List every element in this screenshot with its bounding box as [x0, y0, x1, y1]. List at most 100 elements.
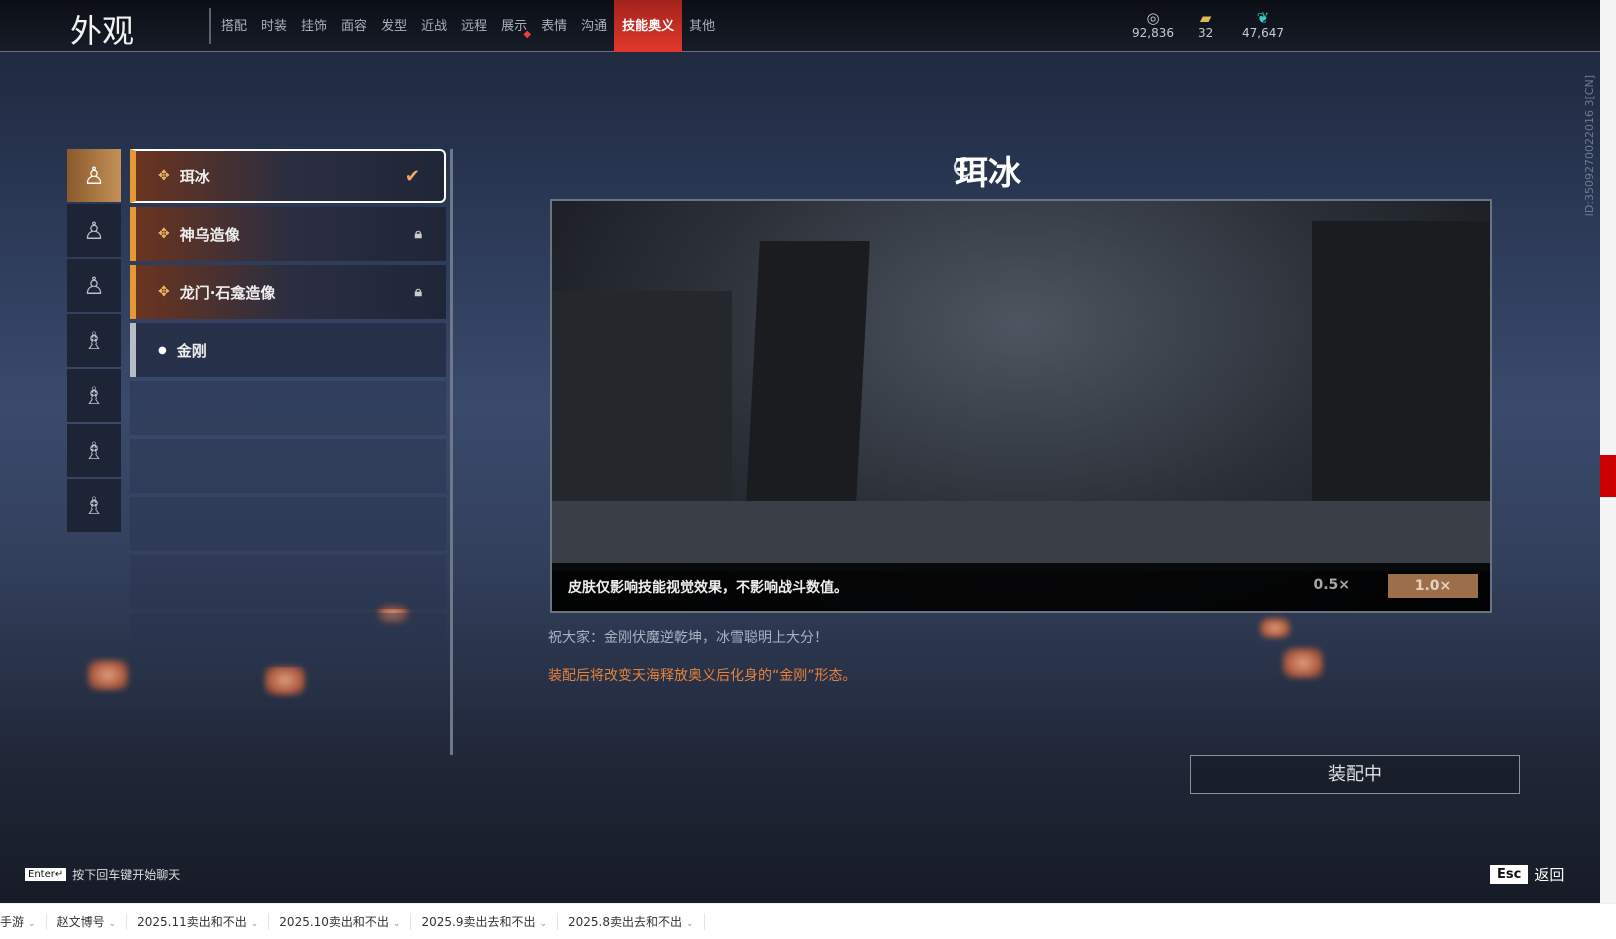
currency-ticket: ▰ 32 [1198, 9, 1214, 40]
chat-hint[interactable]: Enter↵ 按下回车键开始聊天 [25, 866, 180, 883]
scene-snow [552, 501, 1490, 571]
tab-label: 远程 [461, 19, 488, 34]
scene-rock [744, 241, 870, 541]
lantern [1260, 618, 1290, 638]
red-bar [1600, 455, 1616, 497]
divider [209, 8, 211, 44]
sidebar-item-1[interactable]: ♙ [67, 149, 121, 202]
bookmarks-bar: 手游 ⌄ 赵文博号 ⌄ 2025.11卖出和不出 ⌄ 2025.10卖出和不出 ⌄ 2025.9… [0, 903, 1616, 939]
bookmark-label: 2025.10卖出和不出 [279, 915, 389, 929]
sidebar-item-2[interactable]: ♙ [67, 204, 121, 257]
bookmark-label: 2025.8卖出去和不出 [568, 915, 683, 929]
sidebar-item-4[interactable]: ♗ [67, 314, 121, 367]
skin-description: 祝大家：金刚伏魔逆乾坤，冰雪聪明上大分！ [548, 630, 828, 646]
sidebar-item-6[interactable]: ♗ [67, 424, 121, 477]
check-icon: ✔ [404, 165, 420, 187]
tab-7[interactable]: 展示 ◆ [494, 0, 534, 52]
tab-9[interactable]: 沟通 [574, 0, 614, 52]
skin-item[interactable]: ✥ 珥冰 ✔ [130, 149, 446, 203]
sidebar-item-3[interactable]: ♙ [67, 259, 121, 312]
enter-key-icon: Enter↵ [25, 868, 67, 881]
chevron-down-icon: ⌄ [250, 919, 259, 929]
bookmark-folder[interactable]: 2025.11卖出和不出 ⌄ [127, 913, 270, 930]
rarity-icon: ✥ [158, 168, 170, 184]
skin-item[interactable]: ● 金刚 [130, 323, 446, 377]
scrollbar[interactable] [450, 149, 453, 755]
tab-label: 搭配 [221, 19, 248, 34]
drop-icon: ● [158, 344, 167, 356]
game-window: 外观 搭配 时装 挂饰 面容 发型 近战 远程 展示 ◆ 表情 沟通 技能奥义 其他 ◎ 92,836 ▰… [0, 0, 1600, 903]
empty-slot [130, 381, 446, 435]
lock-icon: 🔒︎ [414, 284, 422, 300]
empty-slot [130, 555, 446, 609]
rarity-icon: ✥ [158, 284, 170, 300]
bookmark-label: 2025.9卖出去和不出 [421, 915, 536, 929]
empty-slot [130, 439, 446, 493]
esc-key-icon: Esc [1490, 865, 1529, 884]
character-sidebar: ♙ ♙ ♙ ♗ ♗ ♗ ♗ [67, 149, 121, 534]
tab-label: 面容 [341, 19, 368, 34]
speed-1.0x-button[interactable]: 1.0× [1388, 574, 1478, 598]
rarity-icon: ✥ [158, 226, 170, 242]
gold-ticket-icon: ▰ [1199, 9, 1212, 27]
tab-label: 表情 [541, 19, 568, 34]
tab-label: 近战 [421, 19, 448, 34]
empty-slot [130, 497, 446, 551]
speed-0.5x-button[interactable]: 0.5× [1313, 577, 1350, 593]
category-tabs: 搭配 时装 挂饰 面容 发型 近战 远程 展示 ◆ 表情 沟通 技能奥义 其他 [214, 0, 722, 52]
equip-note: 装配后将改变天海释放奥义后化身的“金刚”形态。 [548, 668, 857, 684]
skin-item[interactable]: ✥ 神乌造像 🔒︎ [130, 207, 446, 261]
currency-feather: ❦ 47,647 [1242, 9, 1284, 40]
tab-label: 技能奥义 [622, 19, 675, 34]
silver-coin-icon: ◎ [1146, 9, 1160, 27]
sidebar-item-5[interactable]: ♗ [67, 369, 121, 422]
chevron-down-icon: ⌄ [539, 919, 548, 929]
bookmark-label: 2025.11卖出和不出 [137, 915, 247, 929]
tab-10[interactable]: 技能奥义 [614, 0, 683, 52]
sidebar-item-7[interactable]: ♗ [67, 479, 121, 532]
tab-3[interactable]: 面容 [334, 0, 374, 52]
skin-list: ✥ 珥冰 ✔ ✥ 神乌造像 🔒︎ ✥ 龙门·石龛造像 🔒︎ ● 金刚 [130, 149, 446, 671]
bookmark-folder[interactable]: 手游 ⌄ [0, 913, 47, 930]
chevron-down-icon: ⌄ [686, 919, 694, 929]
tab-label: 时装 [261, 19, 288, 34]
bookmark-folder[interactable]: 2025.10卖出和不出 ⌄ [269, 913, 412, 930]
equip-button[interactable]: 装配中 [1190, 755, 1520, 794]
tab-label: 其他 [689, 19, 716, 34]
jade-feather-icon: ❦ [1256, 9, 1270, 27]
preview-caption-bar: 皮肤仅影响技能视觉效果，不影响战斗数值。 0.5× 1.0× [552, 563, 1490, 611]
tab-4[interactable]: 发型 [374, 0, 414, 52]
tab-0[interactable]: 搭配 [214, 0, 254, 52]
tab-8[interactable]: 表情 [534, 0, 574, 52]
tab-label: 发型 [381, 19, 408, 34]
lantern [1283, 648, 1323, 678]
bookmark-folder[interactable]: 赵文博号 ⌄ [47, 913, 128, 930]
skin-item[interactable]: ✥ 龙门·石龛造像 🔒︎ [130, 265, 446, 319]
empty-slot [130, 613, 446, 667]
background-app [1600, 0, 1616, 903]
top-bar: 外观 搭配 时装 挂饰 面容 发型 近战 远程 展示 ◆ 表情 沟通 技能奥义 其他 ◎ 92,836 ▰… [0, 0, 1600, 52]
tab-6[interactable]: 远程 [454, 0, 494, 52]
tab-5[interactable]: 近战 [414, 0, 454, 52]
tab-label: 挂饰 [301, 19, 328, 34]
chevron-down-icon: ⌄ [28, 919, 36, 929]
bookmark-label: 赵文博号 [56, 915, 105, 929]
lock-icon: 🔒︎ [414, 226, 422, 242]
tab-1[interactable]: 时装 [254, 0, 294, 52]
tab-label: 沟通 [581, 19, 608, 34]
skill-preview-video: 皮肤仅影响技能视觉效果，不影响战斗数值。 0.5× 1.0× [550, 199, 1492, 613]
bookmark-folder[interactable]: 2025.9卖出去和不出 ⌄ [411, 913, 559, 930]
tab-11[interactable]: 其他 [682, 0, 722, 52]
chevron-down-icon: ⌄ [108, 919, 117, 929]
currency-silver: ◎ 92,836 [1132, 9, 1174, 40]
page-title: 外观 [70, 12, 135, 50]
chevron-down-icon: ⌄ [392, 919, 401, 929]
skin-title: 珥冰 [955, 153, 1021, 192]
player-id: ID:3509270022016 3[CN] [1583, 75, 1596, 217]
new-badge-icon: ◆ [523, 29, 532, 40]
tab-2[interactable]: 挂饰 [294, 0, 334, 52]
bookmark-folder[interactable]: 2025.8卖出去和不出 ⌄ [558, 913, 705, 930]
lantern [88, 660, 128, 690]
back-button[interactable]: Esc 返回 [1490, 864, 1564, 885]
bookmark-label: 手游 [0, 915, 25, 929]
